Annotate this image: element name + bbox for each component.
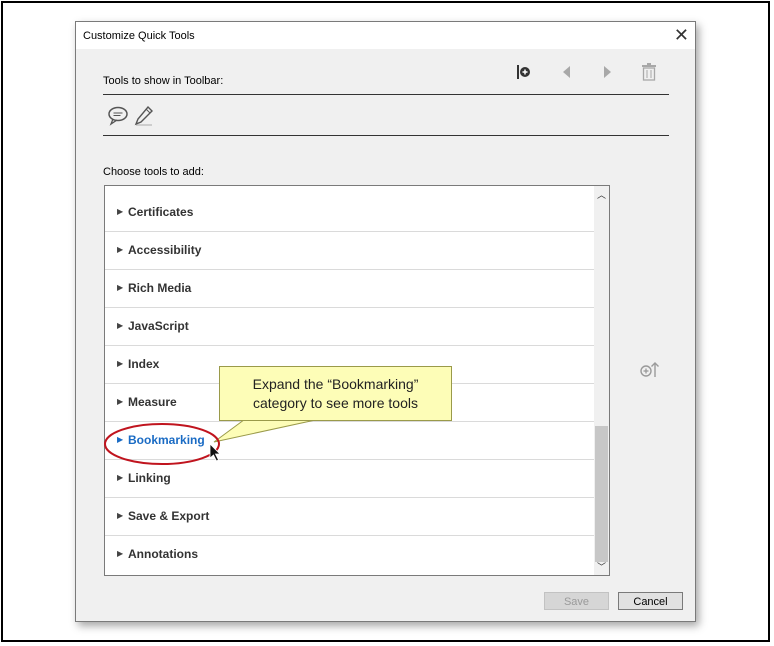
- category-label: Linking: [128, 471, 171, 485]
- expand-arrow-icon: ▶: [117, 245, 124, 254]
- category-bookmarking[interactable]: ▶ Bookmarking: [105, 422, 594, 460]
- scroll-up-icon[interactable]: ︿: [597, 188, 606, 201]
- category-certificates[interactable]: ▶ Certificates: [105, 194, 594, 232]
- expand-arrow-icon: ▶: [117, 359, 124, 368]
- move-left-icon[interactable]: [558, 63, 576, 83]
- toolbar-tools-label: Tools to show in Toolbar:: [103, 75, 224, 87]
- scrollbar-thumb[interactable]: [595, 426, 608, 562]
- expand-arrow-icon: ▶: [117, 511, 124, 520]
- category-javascript[interactable]: ▶ JavaScript: [105, 308, 594, 346]
- category-label: Accessibility: [128, 243, 202, 257]
- category-label: Measure: [128, 395, 177, 409]
- instruction-callout: Expand the “Bookmarking” category to see…: [219, 366, 452, 421]
- expand-arrow-icon: ▶: [117, 321, 124, 330]
- category-label: Certificates: [128, 205, 194, 219]
- add-to-toolbar-icon[interactable]: [639, 360, 661, 380]
- save-button[interactable]: Save: [544, 592, 609, 610]
- comment-icon[interactable]: [107, 105, 129, 127]
- dialog-titlebar: Customize Quick Tools ✕: [76, 22, 695, 49]
- toolbar-tools-strip: [103, 94, 669, 136]
- category-label: Index: [128, 357, 160, 371]
- category-label: JavaScript: [128, 319, 189, 333]
- add-separator-icon[interactable]: [515, 63, 533, 83]
- category-annotations[interactable]: ▶ Annotations: [105, 536, 594, 574]
- expand-arrow-icon: ▶: [117, 473, 124, 482]
- pen-icon[interactable]: [133, 105, 155, 127]
- scroll-down-icon[interactable]: ﹀: [597, 560, 606, 573]
- expand-arrow-icon: ▶: [117, 283, 124, 292]
- expand-arrow-icon: ▶: [117, 207, 124, 216]
- category-label: Bookmarking: [128, 433, 205, 447]
- callout-line-1: Expand the “Bookmarking”: [252, 376, 419, 392]
- category-accessibility[interactable]: ▶ Accessibility: [105, 232, 594, 270]
- choose-tools-label: Choose tools to add:: [103, 166, 204, 178]
- list-scrollbar[interactable]: ︿ ﹀: [594, 186, 609, 575]
- close-icon[interactable]: ✕: [674, 25, 689, 45]
- move-right-icon[interactable]: [598, 63, 616, 83]
- category-rich-media[interactable]: ▶ Rich Media: [105, 270, 594, 308]
- expand-arrow-icon: ▶: [117, 549, 124, 558]
- callout-line-2: category to see more tools: [253, 395, 418, 411]
- category-save-export[interactable]: ▶ Save & Export: [105, 498, 594, 536]
- category-linking[interactable]: ▶ Linking: [105, 460, 594, 498]
- customize-quick-tools-dialog: Customize Quick Tools ✕ Tools to show in…: [75, 21, 696, 622]
- category-label: Save & Export: [128, 509, 210, 523]
- cancel-button[interactable]: Cancel: [618, 592, 683, 610]
- category-label: Annotations: [128, 547, 198, 561]
- expand-arrow-icon: ▶: [117, 397, 124, 406]
- dialog-title: Customize Quick Tools: [83, 30, 195, 42]
- category-label: Rich Media: [128, 281, 192, 295]
- delete-icon[interactable]: [640, 62, 658, 82]
- expand-arrow-icon: ▶: [117, 435, 124, 444]
